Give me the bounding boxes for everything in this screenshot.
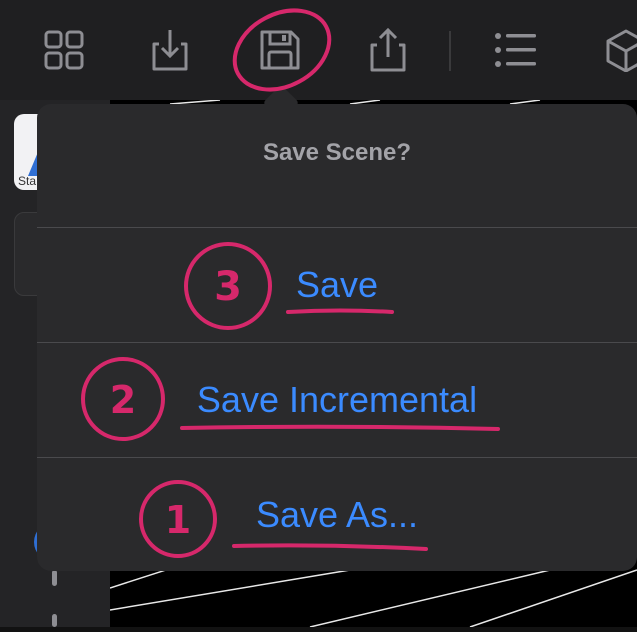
save-scene-popover: Save Scene? Save Save Incremental Save A… <box>37 104 637 571</box>
toolbar-divider <box>449 31 451 71</box>
popover-title: Save Scene? <box>262 138 412 166</box>
list-icon[interactable] <box>494 28 538 72</box>
cube-icon[interactable] <box>604 28 637 72</box>
save-icon[interactable] <box>258 28 302 72</box>
top-toolbar <box>0 0 637 100</box>
grid-icon[interactable] <box>42 28 86 72</box>
save-as-option[interactable]: Save As... <box>37 458 637 571</box>
save-option[interactable]: Save <box>37 228 637 342</box>
import-icon[interactable] <box>148 28 192 72</box>
save-incremental-option[interactable]: Save Incremental <box>37 343 637 457</box>
share-icon[interactable] <box>366 27 410 72</box>
slider-handle[interactable] <box>52 614 57 627</box>
scene-thumbnail-label: Sta <box>18 174 37 188</box>
slider-handle[interactable] <box>52 570 57 586</box>
